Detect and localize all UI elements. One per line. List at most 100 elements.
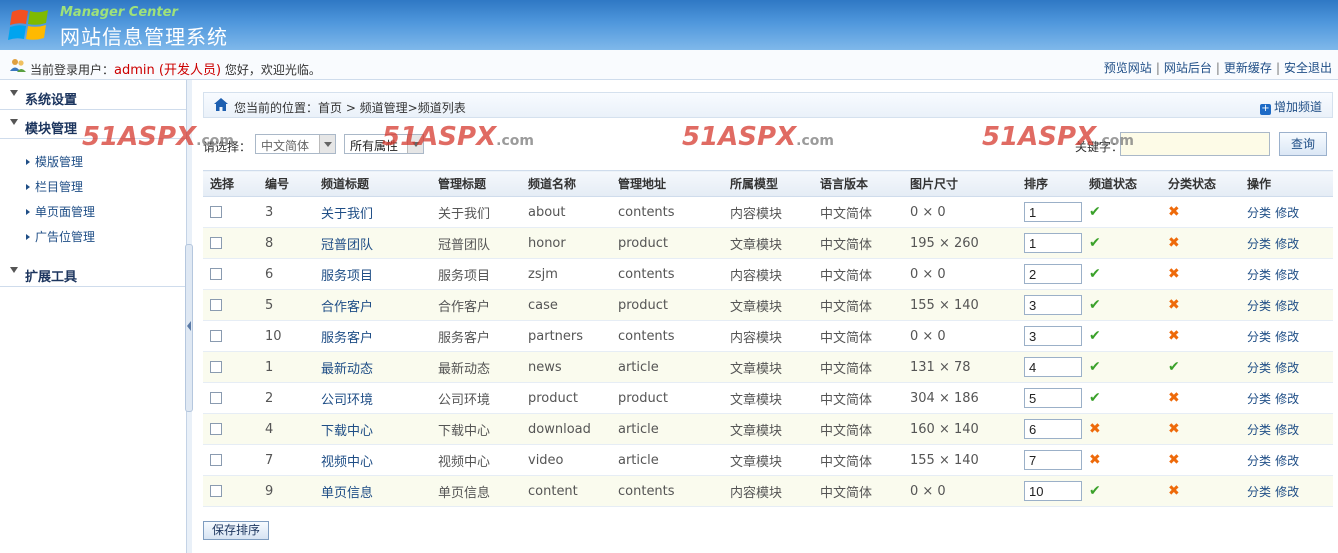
sidebar-item-columns[interactable]: 栏目管理 bbox=[26, 178, 83, 195]
row-checkbox[interactable] bbox=[210, 206, 222, 218]
windows-logo-icon bbox=[8, 9, 48, 40]
image-size-cell: 0 × 0 bbox=[903, 475, 1017, 507]
bullet-arrow-icon bbox=[26, 209, 30, 215]
sidebar-section-system[interactable]: 系统设置 bbox=[0, 82, 186, 110]
save-sort-button[interactable]: 保存排序 bbox=[203, 521, 269, 540]
admin-title-cell: 下载中心 bbox=[431, 413, 521, 445]
channel-title-link[interactable]: 关于我们 bbox=[314, 196, 431, 228]
row-checkbox[interactable] bbox=[210, 299, 222, 311]
cross-icon[interactable]: ✖ bbox=[1168, 328, 1180, 344]
row-checkbox[interactable] bbox=[210, 237, 222, 249]
language-cell: 中文简体 bbox=[813, 351, 903, 383]
category-link[interactable]: 分类 bbox=[1247, 206, 1271, 220]
operations-cell: 分类 修改 bbox=[1240, 258, 1333, 290]
cross-icon[interactable]: ✖ bbox=[1168, 483, 1180, 499]
sort-input[interactable] bbox=[1024, 357, 1082, 377]
sort-input[interactable] bbox=[1024, 388, 1082, 408]
preview-site-link[interactable]: 预览网站 bbox=[1104, 61, 1152, 75]
edit-link[interactable]: 修改 bbox=[1275, 330, 1299, 344]
class-status-cell: ✖ bbox=[1161, 196, 1240, 228]
site-admin-link[interactable]: 网站后台 bbox=[1164, 61, 1212, 75]
check-icon[interactable]: ✔ bbox=[1089, 328, 1101, 344]
sort-input[interactable] bbox=[1024, 295, 1082, 315]
sort-input[interactable] bbox=[1024, 419, 1082, 439]
check-icon[interactable]: ✔ bbox=[1089, 390, 1101, 406]
edit-link[interactable]: 修改 bbox=[1275, 237, 1299, 251]
edit-link[interactable]: 修改 bbox=[1275, 206, 1299, 220]
query-button[interactable]: 查询 bbox=[1279, 132, 1327, 156]
collapse-arrow-icon bbox=[10, 90, 18, 96]
channel-title-link[interactable]: 最新动态 bbox=[314, 351, 431, 383]
admin-path-cell: article bbox=[611, 413, 723, 445]
sidebar-item-single-pages[interactable]: 单页面管理 bbox=[26, 203, 95, 220]
check-icon[interactable]: ✔ bbox=[1089, 235, 1101, 251]
cross-icon[interactable]: ✖ bbox=[1089, 452, 1101, 468]
channel-title-link[interactable]: 下载中心 bbox=[314, 413, 431, 445]
refresh-cache-link[interactable]: 更新缓存 bbox=[1224, 61, 1272, 75]
logout-link[interactable]: 安全退出 bbox=[1284, 61, 1332, 75]
edit-link[interactable]: 修改 bbox=[1275, 485, 1299, 499]
cross-icon[interactable]: ✖ bbox=[1168, 421, 1180, 437]
check-icon[interactable]: ✔ bbox=[1089, 297, 1101, 313]
class-status-cell: ✖ bbox=[1161, 289, 1240, 321]
sidebar-toggle[interactable] bbox=[185, 244, 193, 412]
cross-icon[interactable]: ✖ bbox=[1168, 266, 1180, 282]
edit-link[interactable]: 修改 bbox=[1275, 423, 1299, 437]
channel-title-link[interactable]: 视频中心 bbox=[314, 444, 431, 476]
category-link[interactable]: 分类 bbox=[1247, 237, 1271, 251]
row-checkbox[interactable] bbox=[210, 454, 222, 466]
sort-input[interactable] bbox=[1024, 264, 1082, 284]
edit-link[interactable]: 修改 bbox=[1275, 299, 1299, 313]
admin-path-cell: contents bbox=[611, 196, 723, 228]
edit-link[interactable]: 修改 bbox=[1275, 268, 1299, 282]
add-channel-button[interactable]: + 增加频道 bbox=[1259, 98, 1322, 115]
keyword-input[interactable] bbox=[1120, 132, 1270, 156]
check-icon[interactable]: ✔ bbox=[1089, 483, 1101, 499]
cross-icon[interactable]: ✖ bbox=[1168, 235, 1180, 251]
cross-icon[interactable]: ✖ bbox=[1168, 452, 1180, 468]
language-select[interactable]: 中文简体 bbox=[255, 134, 336, 154]
sidebar-item-ad-slots[interactable]: 广告位管理 bbox=[26, 228, 95, 245]
category-link[interactable]: 分类 bbox=[1247, 392, 1271, 406]
check-icon[interactable]: ✔ bbox=[1168, 359, 1180, 375]
edit-link[interactable]: 修改 bbox=[1275, 454, 1299, 468]
channel-title-link[interactable]: 单页信息 bbox=[314, 475, 431, 507]
sidebar-section-tools[interactable]: 扩展工具 bbox=[0, 259, 186, 287]
cross-icon[interactable]: ✖ bbox=[1089, 421, 1101, 437]
category-link[interactable]: 分类 bbox=[1247, 330, 1271, 344]
cross-icon[interactable]: ✖ bbox=[1168, 390, 1180, 406]
sort-input[interactable] bbox=[1024, 481, 1082, 501]
category-link[interactable]: 分类 bbox=[1247, 268, 1271, 282]
channel-title-link[interactable]: 服务项目 bbox=[314, 258, 431, 290]
row-checkbox[interactable] bbox=[210, 361, 222, 373]
check-icon[interactable]: ✔ bbox=[1089, 359, 1101, 375]
row-checkbox[interactable] bbox=[210, 330, 222, 342]
channel-title-link[interactable]: 服务客户 bbox=[314, 320, 431, 352]
sidebar-item-templates[interactable]: 模版管理 bbox=[26, 153, 83, 170]
check-icon[interactable]: ✔ bbox=[1089, 266, 1101, 282]
category-link[interactable]: 分类 bbox=[1247, 454, 1271, 468]
channel-title-link[interactable]: 冠普团队 bbox=[314, 227, 431, 259]
cross-icon[interactable]: ✖ bbox=[1168, 297, 1180, 313]
channel-status-cell: ✔ bbox=[1082, 382, 1161, 414]
admin-title-cell: 服务项目 bbox=[431, 258, 521, 290]
channel-title-link[interactable]: 合作客户 bbox=[314, 289, 431, 321]
category-link[interactable]: 分类 bbox=[1247, 423, 1271, 437]
edit-link[interactable]: 修改 bbox=[1275, 392, 1299, 406]
row-checkbox[interactable] bbox=[210, 485, 222, 497]
sort-input[interactable] bbox=[1024, 326, 1082, 346]
channel-title-link[interactable]: 公司环境 bbox=[314, 382, 431, 414]
category-link[interactable]: 分类 bbox=[1247, 299, 1271, 313]
sort-input[interactable] bbox=[1024, 202, 1082, 222]
check-icon[interactable]: ✔ bbox=[1089, 204, 1101, 220]
cross-icon[interactable]: ✖ bbox=[1168, 204, 1180, 220]
row-checkbox[interactable] bbox=[210, 392, 222, 404]
sort-input[interactable] bbox=[1024, 450, 1082, 470]
row-checkbox[interactable] bbox=[210, 268, 222, 280]
sort-input[interactable] bbox=[1024, 233, 1082, 253]
category-link[interactable]: 分类 bbox=[1247, 361, 1271, 375]
row-checkbox[interactable] bbox=[210, 423, 222, 435]
category-link[interactable]: 分类 bbox=[1247, 485, 1271, 499]
col-header: 操作 bbox=[1240, 170, 1333, 197]
edit-link[interactable]: 修改 bbox=[1275, 361, 1299, 375]
